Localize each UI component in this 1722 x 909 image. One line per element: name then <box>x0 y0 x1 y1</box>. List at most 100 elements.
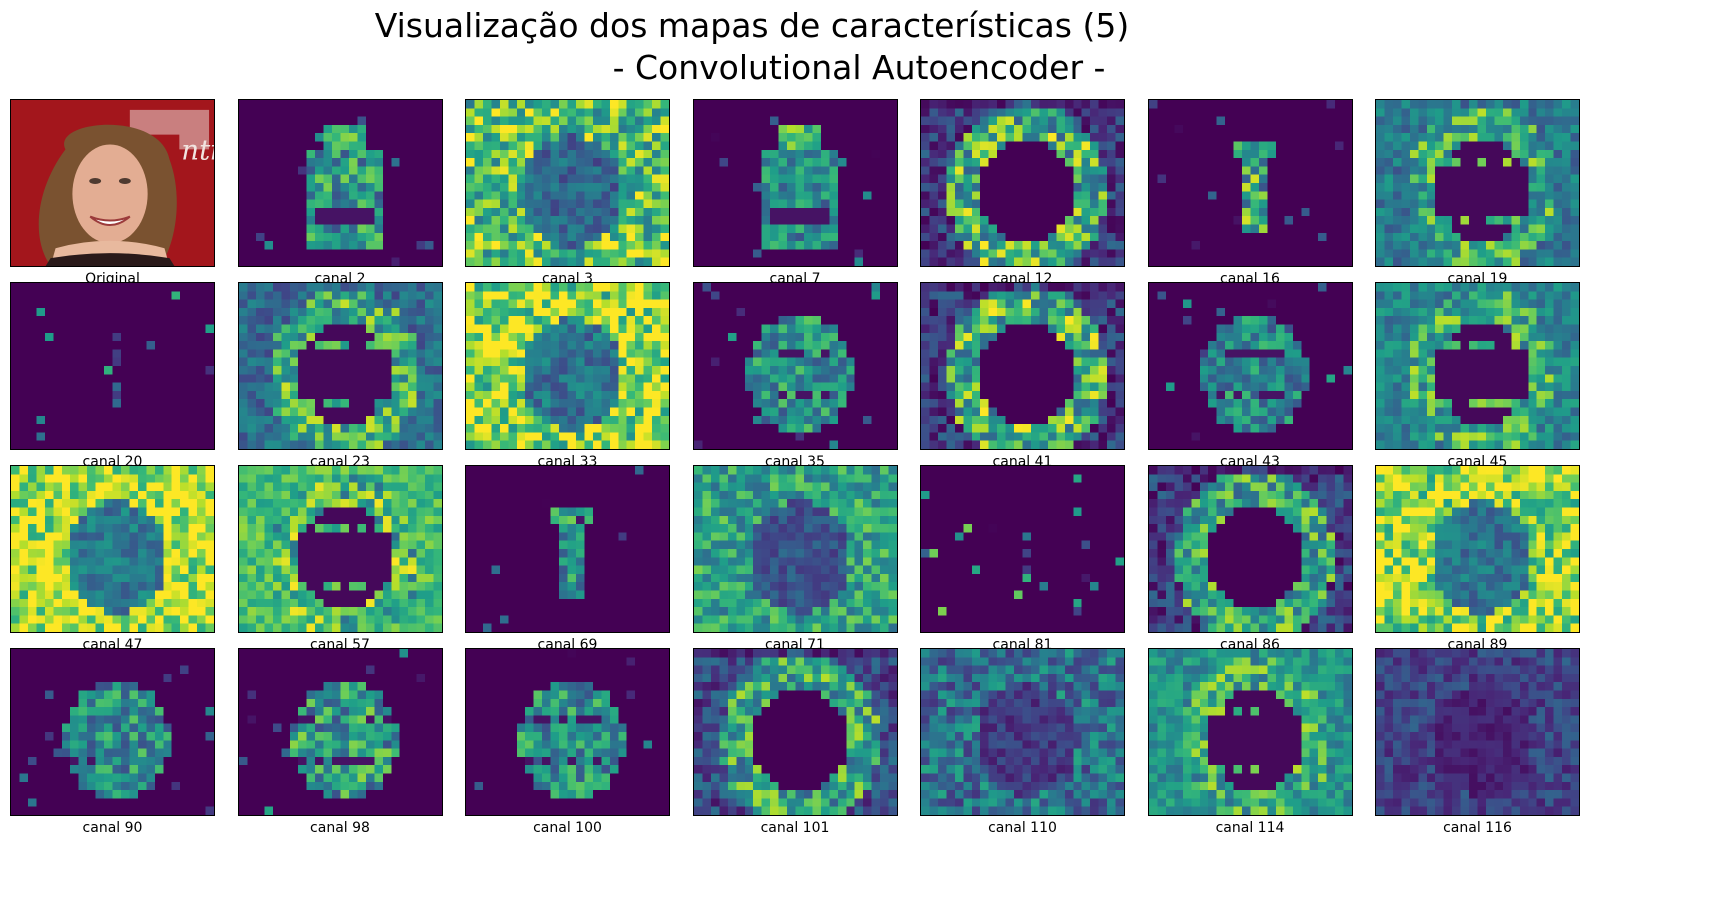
heatmap-cell <box>718 224 728 233</box>
heatmap-cell <box>1326 133 1335 142</box>
heatmap-cell <box>348 257 358 266</box>
heatmap-cell <box>348 141 358 150</box>
heatmap-cell <box>297 390 307 400</box>
heatmap-cell <box>129 432 139 441</box>
heatmap-cell <box>550 108 560 117</box>
heatmap-cell <box>1115 224 1124 233</box>
heatmap-cell <box>592 374 602 383</box>
heatmap-cell <box>1545 174 1554 184</box>
heatmap-cell <box>929 299 939 309</box>
heatmap-cell <box>356 141 366 150</box>
heatmap-cell <box>1005 158 1015 167</box>
heatmap-cell <box>1165 158 1175 167</box>
heatmap-cell <box>323 307 332 317</box>
heatmap-cell <box>795 332 804 342</box>
heatmap-cell <box>550 316 560 325</box>
heatmap-cell <box>1409 257 1419 266</box>
heatmap-cell <box>373 307 383 317</box>
heatmap-cell <box>542 241 551 250</box>
heatmap-cell <box>1258 141 1268 150</box>
heatmap-cell <box>837 291 846 300</box>
heatmap-cell <box>382 341 391 350</box>
heatmap-cell <box>769 399 779 408</box>
heatmap-cell <box>154 357 164 367</box>
heatmap-cell <box>499 399 509 408</box>
heatmap-cell <box>137 332 147 342</box>
heatmap-cell <box>1190 257 1200 266</box>
heatmap-cell <box>997 166 1006 175</box>
heatmap-cell <box>331 299 341 309</box>
heatmap-cell <box>618 440 627 449</box>
heatmap-cell <box>1148 207 1158 217</box>
heatmap-cell <box>584 307 594 317</box>
heatmap-cell <box>786 232 796 242</box>
heatmap-cell <box>365 257 375 266</box>
heatmap-cell <box>888 249 897 258</box>
heatmap-cell <box>854 207 863 217</box>
heatmap-cell <box>837 124 846 134</box>
heatmap-cell <box>609 224 619 233</box>
heatmap-cell <box>997 257 1006 266</box>
heatmap-cell <box>618 415 627 425</box>
heatmap-cell <box>95 299 105 309</box>
heatmap-cell <box>888 316 897 325</box>
heatmap-cell <box>407 224 417 233</box>
heatmap-cell <box>567 407 577 416</box>
heatmap-cell <box>280 232 290 242</box>
heatmap-cell <box>516 224 526 233</box>
heatmap-cell <box>129 316 139 325</box>
heatmap-cell <box>567 357 577 367</box>
heatmap-cell <box>727 257 736 266</box>
heatmap-cell <box>280 424 290 433</box>
heatmap-cell <box>1477 166 1487 175</box>
heatmap-cell <box>735 382 745 392</box>
heatmap-cell <box>735 299 745 309</box>
heatmap-cell <box>474 440 484 449</box>
heatmap-cell <box>297 357 307 367</box>
heatmap-cell <box>1401 166 1411 175</box>
heatmap-cell <box>323 124 332 134</box>
heatmap-cell <box>559 232 568 242</box>
heatmap-cell <box>499 349 509 358</box>
heatmap-cell <box>533 207 543 217</box>
heatmap-cell <box>255 440 265 449</box>
heatmap-cell <box>188 440 198 449</box>
heatmap-cell <box>601 324 610 333</box>
heatmap-cell <box>879 341 889 350</box>
heatmap-cell <box>1376 174 1385 184</box>
heatmap-cell <box>390 241 400 250</box>
heatmap-cell <box>314 207 324 217</box>
heatmap-cell <box>626 415 636 425</box>
heatmap-cell <box>1460 100 1470 109</box>
heatmap-cell <box>1334 124 1344 134</box>
heatmap-cell <box>246 207 256 217</box>
heatmap-cell <box>424 291 434 300</box>
heatmap-cell <box>1207 232 1217 242</box>
heatmap-cell <box>1022 324 1032 333</box>
heatmap-cell <box>752 183 762 192</box>
heatmap-cell <box>1266 100 1276 109</box>
heatmap-cell <box>306 158 315 167</box>
heatmap-cell <box>954 216 964 225</box>
heatmap-cell <box>626 257 636 266</box>
heatmap-cell <box>1477 207 1487 217</box>
heatmap-cell <box>280 399 290 408</box>
heatmap-cell <box>584 191 594 200</box>
heatmap-cell <box>246 366 256 375</box>
heatmap-cell <box>390 124 400 134</box>
heatmap-cell <box>1519 149 1529 159</box>
heatmap-cell <box>433 133 442 142</box>
heatmap-cell <box>997 149 1006 159</box>
heatmap-cell <box>525 249 534 258</box>
heatmap-cell <box>1022 316 1032 325</box>
heatmap-cell <box>618 283 627 292</box>
heatmap-cell <box>1156 166 1166 175</box>
heatmap-cell <box>1148 183 1158 192</box>
heatmap-cell <box>180 316 189 325</box>
heatmap-cell <box>112 415 122 425</box>
heatmap-cell <box>525 199 534 209</box>
heatmap-cell <box>1005 116 1015 126</box>
heatmap-cell <box>1477 141 1487 150</box>
heatmap-cell <box>601 141 610 150</box>
heatmap-cell <box>1292 249 1301 258</box>
